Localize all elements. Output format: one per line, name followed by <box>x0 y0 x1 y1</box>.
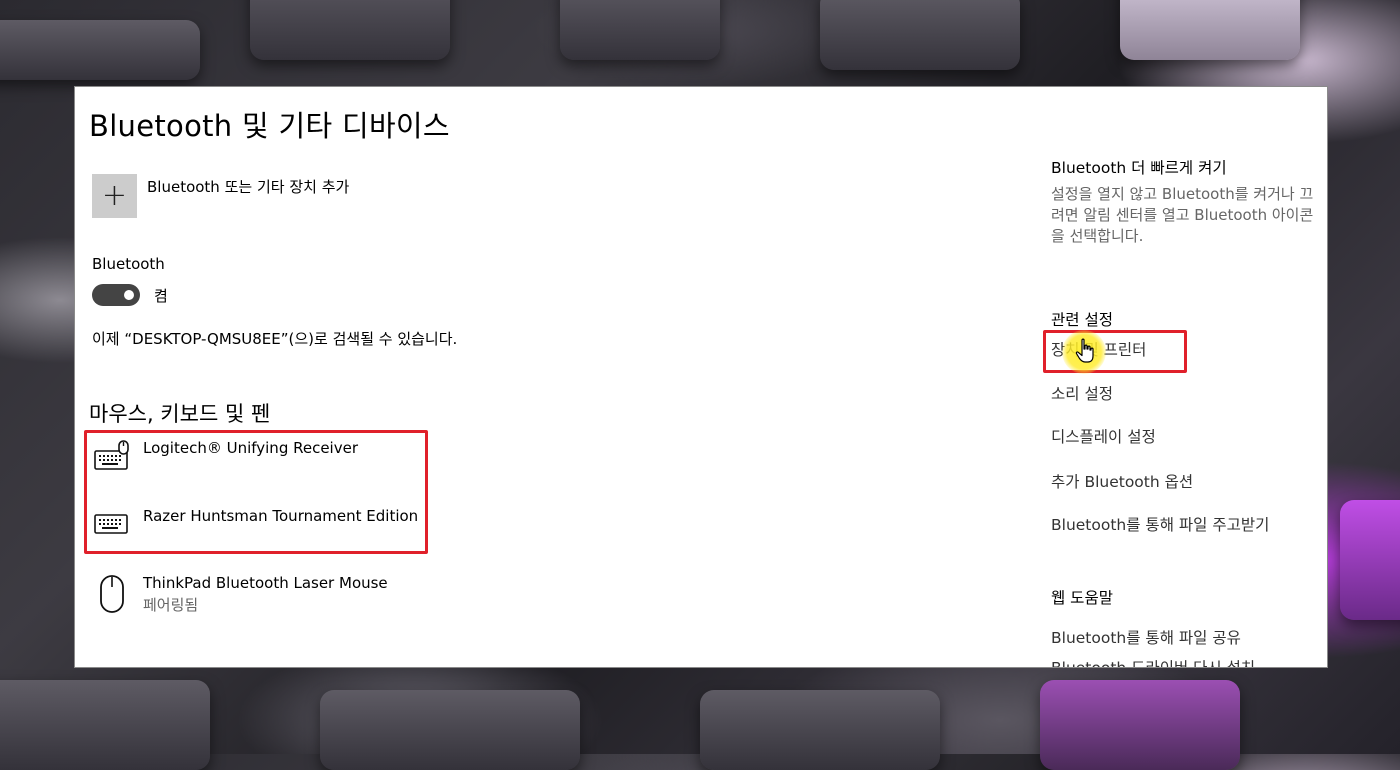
discoverable-text: 이제 “DESKTOP-QMSU8EE”(으)로 검색될 수 있습니다. <box>92 330 458 348</box>
background-key <box>820 0 1020 70</box>
toggle-state-label: 켬 <box>154 286 168 305</box>
background-key <box>1040 680 1240 770</box>
quick-text: 설정을 열지 않고 Bluetooth를 켜거나 끄려면 알림 센터를 열고 B… <box>1051 185 1314 245</box>
related-title: 관련 설정 <box>1051 311 1113 329</box>
bluetooth-toggle-row: 켬 <box>92 284 168 306</box>
background-key <box>560 0 720 60</box>
background-key <box>1340 500 1400 620</box>
settings-window: Bluetooth 및 기타 디바이스 + Bluetooth 또는 기타 장치… <box>74 86 1328 668</box>
web-help-title: 웹 도움말 <box>1051 589 1113 607</box>
quick-title: Bluetooth 더 빠르게 켜기 <box>1051 159 1227 177</box>
link-send-receive-files[interactable]: Bluetooth를 통해 파일 주고받기 <box>1051 513 1269 535</box>
link-reinstall-driver[interactable]: Bluetooth 드라이버 다시 설치 <box>1051 656 1255 667</box>
mouse-icon <box>100 575 124 613</box>
device-status: 페어링됨 <box>143 596 199 614</box>
page-title: Bluetooth 및 기타 디바이스 <box>89 109 450 143</box>
background-key <box>1120 0 1300 60</box>
bluetooth-label: Bluetooth <box>92 255 165 273</box>
highlight-box <box>84 430 428 554</box>
background-key <box>700 690 940 770</box>
bluetooth-toggle[interactable] <box>92 284 140 306</box>
link-share-files[interactable]: Bluetooth를 통해 파일 공유 <box>1051 626 1241 648</box>
plus-icon: + <box>92 174 137 218</box>
link-sound-settings[interactable]: 소리 설정 <box>1051 382 1113 404</box>
link-more-bluetooth-options[interactable]: 추가 Bluetooth 옵션 <box>1051 470 1193 492</box>
background-key <box>0 680 210 770</box>
device-item[interactable]: ThinkPad Bluetooth Laser Mouse 페어링됨 <box>93 574 388 615</box>
add-device-label: Bluetooth 또는 기타 장치 추가 <box>147 178 350 196</box>
section-title: 마우스, 키보드 및 펜 <box>89 402 271 426</box>
toggle-knob <box>124 290 134 300</box>
link-display-settings[interactable]: 디스플레이 설정 <box>1051 425 1156 447</box>
background-key <box>320 690 580 770</box>
device-name: ThinkPad Bluetooth Laser Mouse <box>143 574 388 592</box>
add-device-button[interactable]: + Bluetooth 또는 기타 장치 추가 <box>92 174 349 218</box>
background-key <box>0 20 200 80</box>
hand-pointer-icon <box>1075 338 1094 363</box>
background-key <box>250 0 450 60</box>
